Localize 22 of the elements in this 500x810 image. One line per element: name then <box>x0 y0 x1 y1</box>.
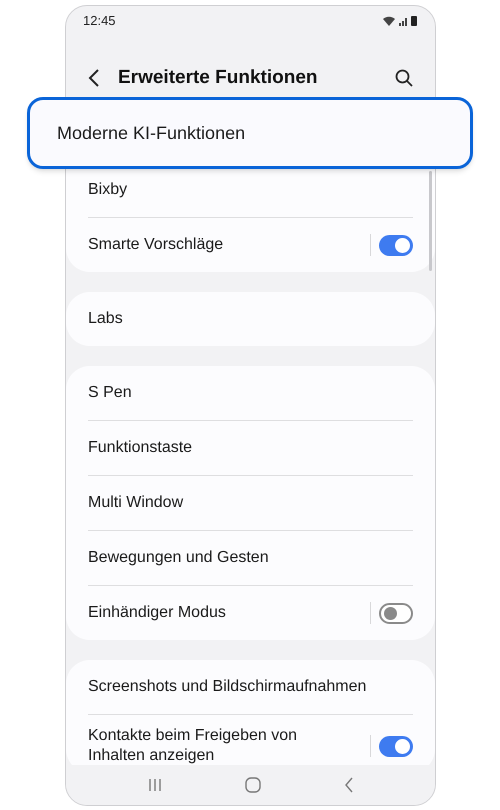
toggle-switch[interactable] <box>379 736 413 756</box>
setting-label: Screenshots und Bildschirmaufnahmen <box>88 677 366 697</box>
search-icon[interactable] <box>395 69 413 87</box>
status-time: 12:45 <box>83 12 116 30</box>
recents-icon[interactable] <box>148 778 162 792</box>
setting-label: Einhändiger Modus <box>88 603 226 623</box>
home-icon[interactable] <box>244 777 260 793</box>
setting-label: S Pen <box>88 383 132 403</box>
back-nav-icon[interactable] <box>344 777 354 793</box>
toggle-switch[interactable] <box>379 602 413 624</box>
setting-label: Funktionstaste <box>88 438 192 458</box>
setting-label: Multi Window <box>88 493 184 513</box>
setting-label: Kontakte beim Freigeben von Inhalten anzeigen <box>88 726 298 765</box>
setting-label: Smarte Vorschläge <box>88 235 224 255</box>
toggle-switch[interactable] <box>379 234 413 256</box>
setting-label: Bewegungen und Gesten <box>88 548 269 568</box>
back-icon[interactable] <box>88 69 100 87</box>
status-icons <box>382 15 418 27</box>
page-title: Erweiterte Funktionen <box>118 66 319 90</box>
setting-label: Labs <box>88 309 123 329</box>
highlighted-item[interactable]: Moderne KI-Funktionen <box>27 97 473 169</box>
setting-label: Bixby <box>88 180 128 200</box>
